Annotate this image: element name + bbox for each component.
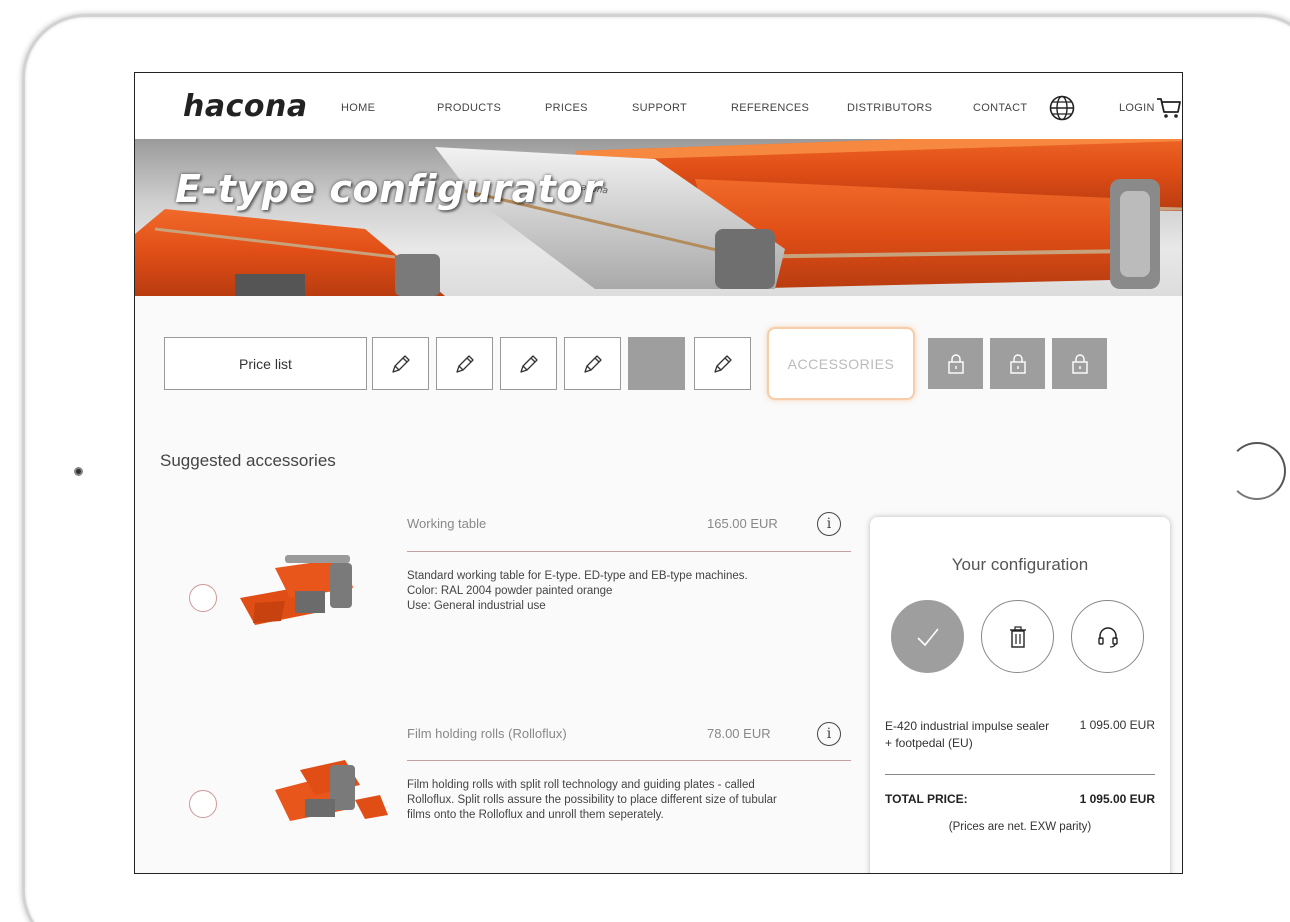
accessory-price: 165.00 EUR	[707, 516, 778, 531]
globe-icon[interactable]	[1049, 95, 1075, 121]
nav-contact[interactable]: CONTACT	[973, 102, 1027, 114]
tablet-home-button[interactable]	[1228, 442, 1286, 500]
pencil-icon	[713, 354, 732, 373]
nav-distributors[interactable]: DISTRIBUTORS	[847, 102, 932, 114]
divider	[407, 760, 851, 761]
configuration-item-price: 1 095.00 EUR	[1079, 718, 1155, 732]
pencil-icon	[391, 354, 410, 373]
description-line: Rolloflux. Split rolls assure the possib…	[407, 794, 777, 806]
price-note: (Prices are net. EXW parity)	[948, 821, 1092, 833]
tablet-camera	[74, 467, 83, 476]
lock-icon	[1071, 353, 1088, 374]
nav-login[interactable]: LOGIN	[1119, 102, 1155, 114]
top-nav: hacona HOME PRODUCTS PRICES SUPPORT REFE…	[135, 73, 1182, 139]
pencil-icon	[583, 354, 602, 373]
nav-prices[interactable]: PRICES	[545, 102, 588, 114]
nav-products[interactable]: PRODUCTS	[437, 102, 501, 114]
trash-icon	[1009, 625, 1026, 648]
step-locked-1	[928, 338, 983, 389]
accessory-radio[interactable]	[189, 584, 217, 612]
configurator-steps: Price list ACCESSORIES	[135, 327, 1182, 411]
accessory-name: Film holding rolls (Rolloflux)	[407, 726, 567, 741]
accessory-name: Working table	[407, 516, 487, 531]
confirm-button[interactable]	[891, 600, 964, 673]
total-price-label: TOTAL PRICE:	[885, 792, 968, 806]
pencil-icon	[455, 354, 474, 373]
page-title: E-type configurator	[175, 167, 603, 211]
accessory-description: Film holding rolls with split roll techn…	[407, 778, 847, 823]
checkmark-icon	[916, 627, 939, 646]
hero-machines-image: hacona	[135, 139, 1182, 296]
hero-banner: hacona E-type configurator	[135, 139, 1182, 296]
nav-home[interactable]: HOME	[341, 102, 375, 114]
total-price-value: 1 095.00 EUR	[1079, 792, 1155, 806]
step-edit-3-button[interactable]	[500, 337, 557, 390]
logo[interactable]: hacona	[183, 89, 308, 124]
step-locked-2	[990, 338, 1045, 389]
delete-button[interactable]	[981, 600, 1054, 673]
divider	[407, 551, 851, 552]
headset-icon	[1097, 626, 1118, 648]
configuration-item-name: E-420 industrial impulse sealer + footpe…	[885, 719, 1050, 750]
nav-references[interactable]: REFERENCES	[731, 102, 809, 114]
pencil-icon	[519, 354, 538, 373]
lock-icon	[1009, 353, 1026, 374]
description-line: Color: RAL 2004 powder painted orange	[407, 585, 613, 597]
description-line: Film holding rolls with split roll techn…	[407, 779, 755, 791]
working-table-image	[240, 555, 353, 625]
accessory-description: Standard working table for E-type. ED-ty…	[407, 569, 847, 614]
rolloflux-image	[275, 760, 388, 821]
description-line: films onto the Rolloflux and unroll them…	[407, 809, 664, 821]
configuration-title: Your configuration	[951, 555, 1089, 574]
step-edit-5-button[interactable]	[694, 337, 751, 390]
lock-icon	[947, 353, 964, 374]
screen: hacona HOME PRODUCTS PRICES SUPPORT REFE…	[134, 72, 1183, 874]
section-title: Suggested accessories	[160, 451, 336, 470]
accessory-price: 78.00 EUR	[707, 726, 771, 741]
configuration-panel: Your configuration E-420 industrial impu…	[870, 517, 1170, 873]
divider	[885, 774, 1155, 775]
info-icon[interactable]: i	[817, 722, 841, 746]
cart-icon[interactable]	[1156, 97, 1182, 119]
step-edit-4-button[interactable]	[564, 337, 621, 390]
description-line: Standard working table for E-type. ED-ty…	[407, 570, 748, 582]
nav-support[interactable]: SUPPORT	[632, 102, 687, 114]
step-disabled-button	[628, 337, 685, 390]
accessories-step-button[interactable]: ACCESSORIES	[767, 327, 915, 400]
support-button[interactable]	[1071, 600, 1144, 673]
accessory-radio[interactable]	[189, 790, 217, 818]
step-edit-1-button[interactable]	[372, 337, 429, 390]
description-line: Use: General industrial use	[407, 600, 546, 612]
step-edit-2-button[interactable]	[436, 337, 493, 390]
step-locked-3	[1052, 338, 1107, 389]
price-list-button[interactable]: Price list	[164, 337, 367, 390]
info-icon[interactable]: i	[817, 512, 841, 536]
